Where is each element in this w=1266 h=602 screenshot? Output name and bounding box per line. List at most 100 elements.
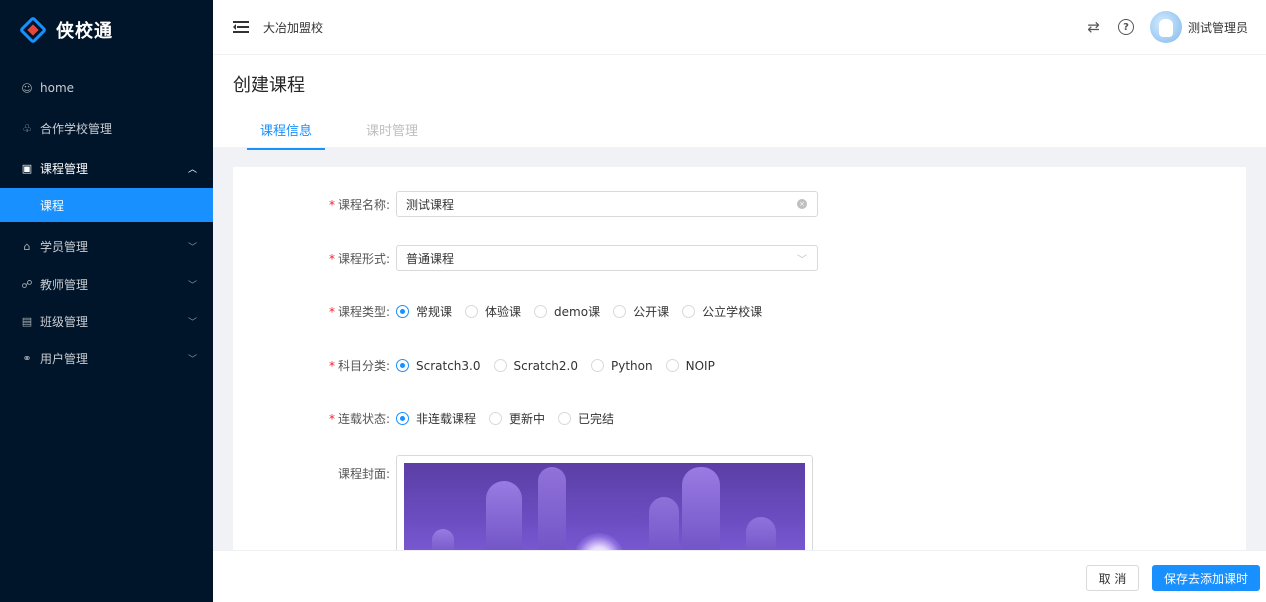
required-mark: *	[328, 412, 335, 426]
radio-icon	[682, 305, 696, 318]
top-header: 大冶加盟校 ⇄ ? 测试管理员	[213, 0, 1266, 55]
radio-regular[interactable]: 常规课	[396, 303, 452, 320]
radio-label: 已完结	[578, 412, 615, 426]
course-type-radio-group: 常规课 体验课 demo课 公开课 公立学校课	[396, 303, 775, 320]
radio-icon	[558, 412, 572, 425]
sidebar-item-users[interactable]: ⚭ 用户管理 ﹀	[0, 340, 213, 377]
sidebar-item-home[interactable]: ☺ home	[0, 68, 213, 108]
course-format-value: 普通课程	[406, 251, 455, 266]
avatar[interactable]	[1149, 11, 1182, 43]
radio-scratch2[interactable]: Scratch2.0	[493, 359, 578, 373]
save-and-add-lessons-button[interactable]: 保存去添加课时	[1152, 565, 1260, 591]
teacher-icon: ☍	[21, 278, 33, 291]
subject-radio-group: Scratch3.0 Scratch2.0 Python NOIP	[396, 359, 728, 373]
radio-label: 公开课	[633, 305, 670, 319]
required-mark: *	[328, 197, 335, 212]
course-format-select[interactable]: 普通课程 ﹀	[396, 245, 818, 271]
radio-trial[interactable]: 体验课	[465, 303, 521, 320]
form-row-type: * 课程类型: 常规课 体验课 demo课 公开课 公立学校课	[233, 303, 1246, 320]
radio-icon	[613, 305, 627, 318]
radio-python[interactable]: Python	[591, 359, 653, 373]
radio-public[interactable]: 公开课	[613, 303, 669, 320]
radio-label: 常规课	[416, 305, 453, 319]
radio-public-school[interactable]: 公立学校课	[682, 303, 762, 320]
cluster-icon: ♧	[22, 121, 32, 135]
radio-completed[interactable]: 已完结	[558, 410, 614, 427]
logo-text: 侠校通	[56, 21, 113, 42]
radio-checked-icon	[396, 305, 409, 318]
radio-scratch3[interactable]: Scratch3.0	[396, 359, 481, 373]
book-icon: ▣	[21, 161, 33, 175]
radio-icon	[465, 305, 479, 318]
radio-icon	[534, 305, 548, 318]
question-icon[interactable]: ?	[1117, 19, 1134, 35]
radio-label: 更新中	[509, 412, 546, 426]
radio-updating[interactable]: 更新中	[489, 410, 545, 427]
clear-icon[interactable]: ×	[797, 199, 807, 209]
swap-icon[interactable]: ⇄	[1087, 18, 1100, 36]
required-mark: *	[328, 305, 335, 319]
sidebar-menu: ☺ home ♧ 合作学校管理 ▣ 课程管理 ︿ 课程 ⌂ 学员管理 ﹀ ☍ 教…	[0, 68, 213, 377]
radio-non-serial[interactable]: 非连载课程	[396, 410, 476, 427]
course-form: * 课程名称: 测试课程 × * 课程形式: 普通课程 ﹀ * 课程类型: 常规课 体…	[233, 167, 1246, 550]
page-header: 创建课程 课程信息 课时管理	[213, 55, 1266, 150]
course-type-label: * 课程类型:	[233, 303, 396, 320]
radio-demo[interactable]: demo课	[534, 303, 600, 320]
cover-decoration	[486, 481, 522, 550]
sidebar-item-classes[interactable]: ▤ 班级管理 ﹀	[0, 303, 213, 340]
radio-noip[interactable]: NOIP	[665, 358, 715, 373]
radio-icon	[591, 359, 604, 372]
cover-decoration	[649, 497, 679, 550]
sidebar-item-label: 班级管理	[40, 315, 89, 329]
chevron-down-icon: ﹀	[797, 255, 807, 266]
form-row-format: * 课程形式: 普通课程 ﹀	[233, 245, 1246, 271]
sidebar-item-partner-schools[interactable]: ♧ 合作学校管理	[0, 108, 213, 148]
chevron-down-icon: ﹀	[187, 242, 197, 253]
tab-lesson-management[interactable]: 课时管理	[353, 115, 431, 150]
cover-upload[interactable]	[396, 455, 813, 550]
required-mark: *	[328, 251, 335, 266]
radio-icon	[493, 359, 507, 372]
menu-fold-icon[interactable]	[233, 20, 249, 34]
radio-label: Python	[611, 358, 653, 373]
cover-glow	[574, 533, 624, 550]
user-name[interactable]: 测试管理员	[1188, 19, 1248, 36]
user-icon: ⌂	[23, 239, 31, 253]
app-logo[interactable]: 侠校通	[0, 0, 213, 60]
sidebar-item-label: 用户管理	[40, 352, 89, 366]
course-name-label: * 课程名称:	[233, 196, 396, 213]
sidebar-item-courses[interactable]: ▣ 课程管理 ︿	[0, 148, 213, 188]
radio-icon	[665, 359, 679, 372]
radio-label: 公立学校课	[702, 305, 763, 319]
radio-label: NOIP	[685, 358, 715, 373]
cover-decoration	[432, 529, 454, 550]
radio-label: 体验课	[485, 305, 522, 319]
header-actions: ⇄ ? 测试管理员	[1087, 11, 1248, 43]
sidebar-item-label: 课程管理	[40, 161, 89, 176]
radio-label: Scratch3.0	[416, 358, 481, 373]
sidebar-subitem-course[interactable]: 课程	[0, 188, 213, 222]
status-label: * 连载状态:	[233, 410, 396, 427]
label-text: 科目分类:	[337, 359, 390, 373]
label-text: 连载状态:	[337, 412, 390, 426]
page-title: 创建课程	[233, 75, 305, 96]
form-row-status: * 连载状态: 非连载课程 更新中 已完结	[233, 410, 1246, 427]
logo-mark-icon	[18, 15, 48, 45]
label-text: 课程名称:	[337, 197, 390, 212]
chevron-down-icon: ﹀	[187, 281, 197, 291]
sidebar-item-teachers[interactable]: ☍ 教师管理 ﹀	[0, 266, 213, 303]
radio-label: demo课	[554, 305, 601, 319]
status-radio-group: 非连载课程 更新中 已完结	[396, 410, 627, 427]
sidebar-item-students[interactable]: ⌂ 学员管理 ﹀	[0, 226, 213, 266]
course-name-input[interactable]: 测试课程 ×	[396, 191, 818, 217]
sidebar-item-label: 合作学校管理	[40, 121, 113, 136]
required-mark: *	[328, 359, 335, 373]
form-row-cover: 课程封面:	[233, 455, 813, 550]
sidebar: 侠校通 ☺ home ♧ 合作学校管理 ▣ 课程管理 ︿ 课程 ⌂ 学员管理 ﹀…	[0, 0, 213, 602]
cover-decoration	[538, 467, 566, 550]
cancel-button[interactable]: 取 消	[1086, 565, 1139, 591]
radio-checked-icon	[396, 359, 409, 372]
team-icon: ⚭	[22, 352, 32, 365]
tab-bar: 课程信息 课时管理	[247, 115, 459, 150]
tab-course-info[interactable]: 课程信息	[247, 115, 326, 150]
